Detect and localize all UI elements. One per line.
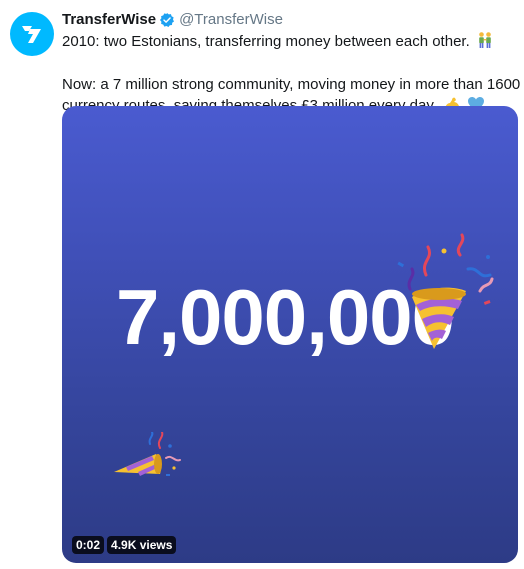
transferwise-logo-icon	[22, 26, 41, 43]
video-player[interactable]: 7,000,000 0:02 4.9K views	[62, 106, 518, 563]
avatar[interactable]	[10, 12, 54, 56]
video-view-count: 4.9K views	[107, 536, 177, 554]
verified-badge-icon	[159, 12, 175, 28]
video-elapsed-time: 0:02	[72, 536, 105, 554]
tweet-line-1: 2010: two Estonians, transferring money …	[62, 33, 470, 50]
small-party-popper-icon	[108, 431, 188, 497]
tweet[interactable]: TransferWise @TransferWise 2010: two Est…	[0, 0, 524, 569]
display-name[interactable]: TransferWise	[62, 10, 156, 30]
tweet-line: 2010: two Estonians, transferring money …	[62, 31, 518, 55]
user-handle[interactable]: @TransferWise	[179, 10, 283, 30]
party-popper-icon	[392, 231, 502, 361]
video-stats: 0:02 4.9K views	[72, 536, 177, 554]
tweet-content: TransferWise @TransferWise 2010: two Est…	[62, 10, 521, 119]
tweet-line-2: Now: a 7 million strong community, movin…	[62, 76, 521, 93]
couple-emoji-icon	[476, 31, 494, 55]
tweet-header: TransferWise @TransferWise	[62, 10, 518, 30]
